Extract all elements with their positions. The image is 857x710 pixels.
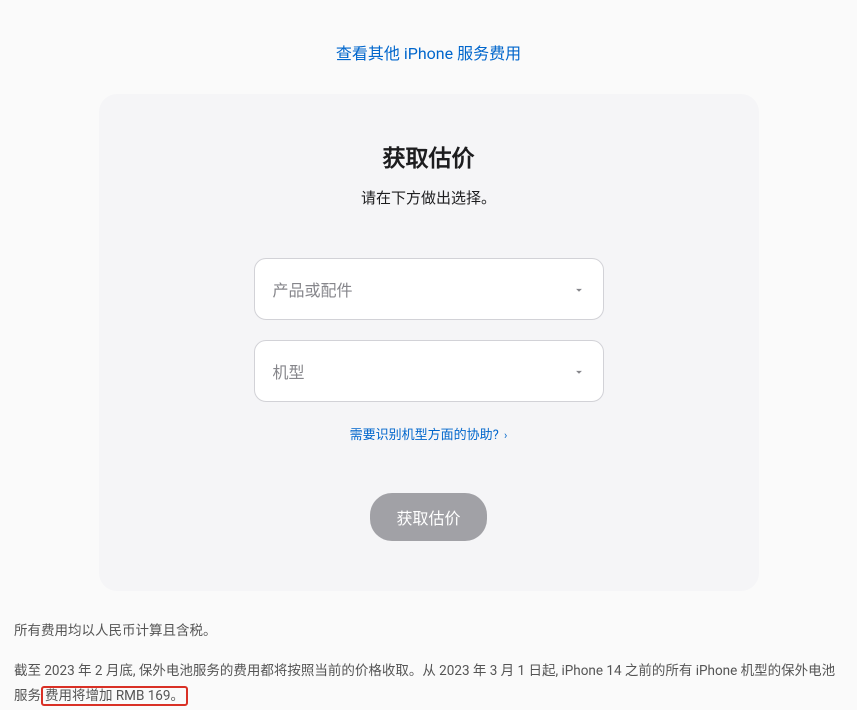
model-select-wrapper: 机型 xyxy=(254,340,604,402)
price-increase-highlight: 费用将增加 RMB 169。 xyxy=(41,686,188,706)
product-or-accessory-select[interactable]: 产品或配件 xyxy=(254,258,604,320)
estimate-card: 获取估价 请在下方做出选择。 产品或配件 机型 需要识别机型方面的协助? › xyxy=(99,94,759,591)
identify-model-help-link[interactable]: 需要识别机型方面的协助? › xyxy=(350,428,508,443)
submit-wrapper: 获取估价 xyxy=(159,493,699,541)
other-iphone-fees-link[interactable]: 查看其他 iPhone 服务费用 xyxy=(336,44,521,63)
get-estimate-button[interactable]: 获取估价 xyxy=(370,493,486,541)
footer-line-2: 截至 2023 年 2 月底, 保外电池服务的费用都将按照当前的价格收取。从 2… xyxy=(14,659,843,710)
card-title: 获取估价 xyxy=(159,139,699,173)
product-select-placeholder: 产品或配件 xyxy=(273,277,353,301)
chevron-right-icon: › xyxy=(504,429,507,442)
help-link-wrapper: 需要识别机型方面的协助? › xyxy=(159,424,699,443)
footer-notes: 所有费用均以人民币计算且含税。 截至 2023 年 2 月底, 保外电池服务的费… xyxy=(10,619,847,710)
model-select[interactable]: 机型 xyxy=(254,340,604,402)
model-select-placeholder: 机型 xyxy=(273,359,305,383)
top-link-wrapper: 查看其他 iPhone 服务费用 xyxy=(10,0,847,94)
product-select-wrapper: 产品或配件 xyxy=(254,258,604,320)
footer-line-1: 所有费用均以人民币计算且含税。 xyxy=(14,619,843,645)
card-subtitle: 请在下方做出选择。 xyxy=(159,187,699,208)
help-link-text: 需要识别机型方面的协助? xyxy=(350,428,499,443)
